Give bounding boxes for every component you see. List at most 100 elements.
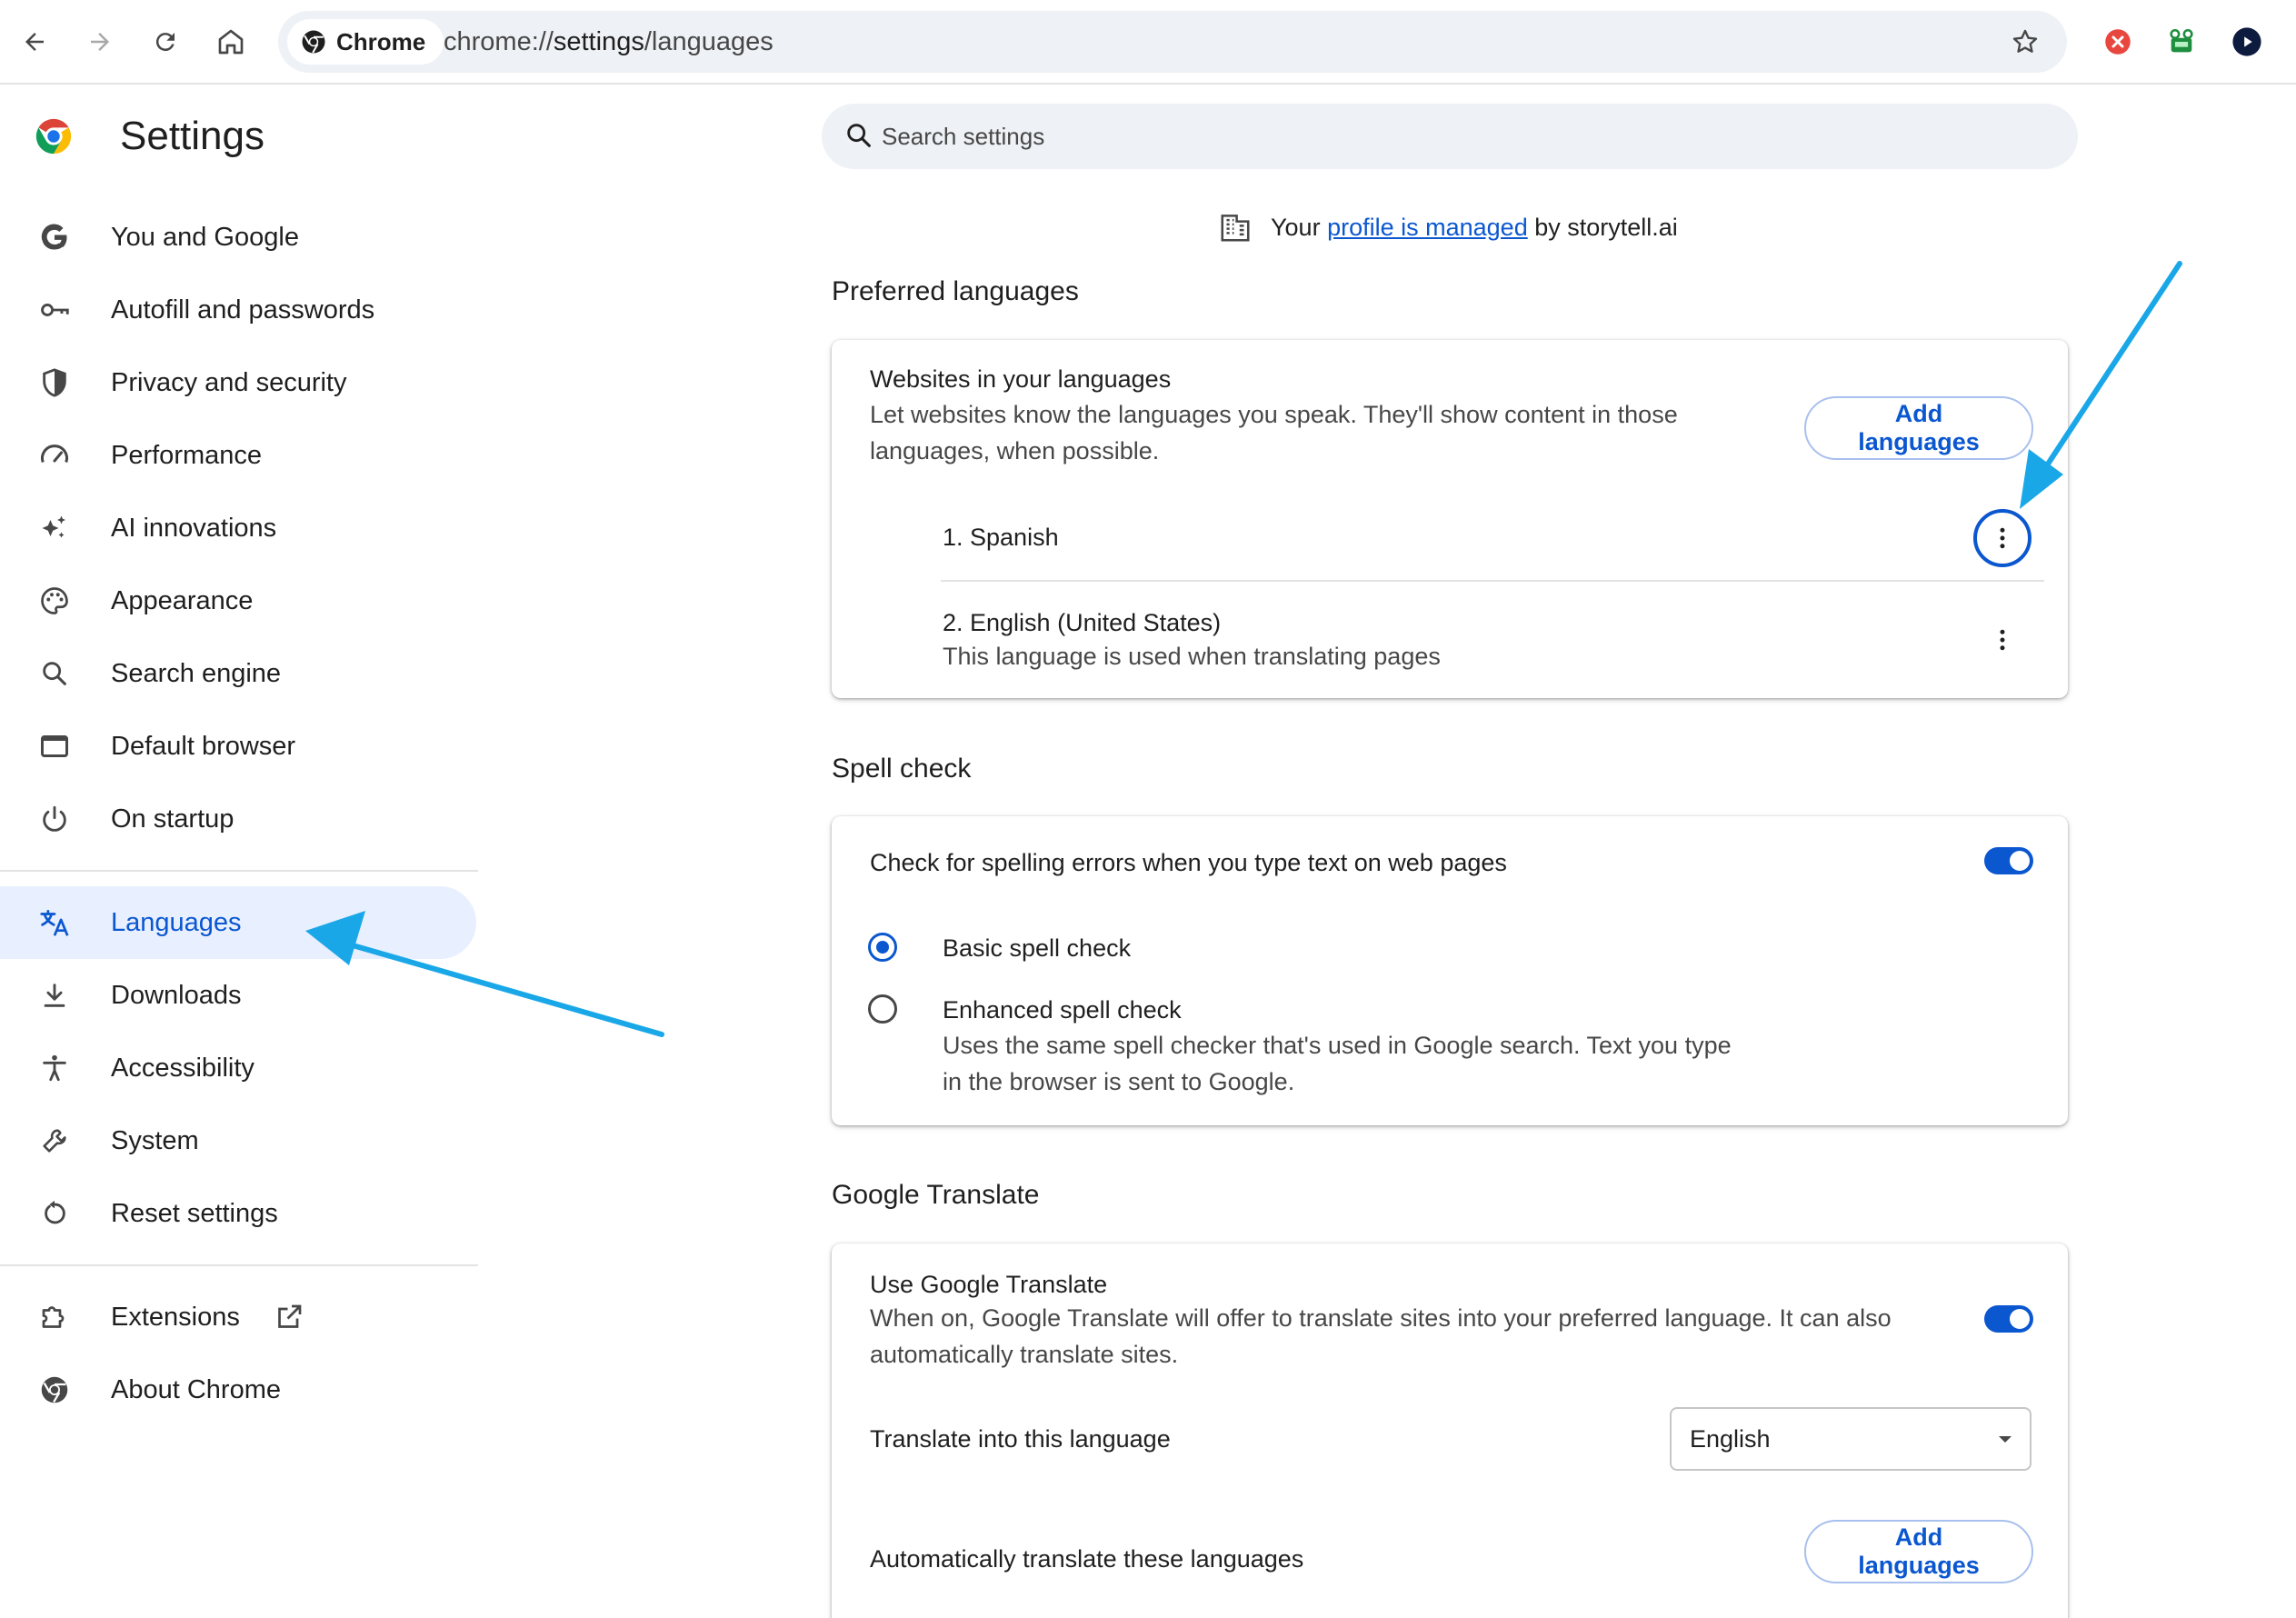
preferred-languages-title: Preferred languages — [832, 276, 1079, 306]
sidebar-item-default-browser[interactable]: Default browser — [0, 710, 476, 783]
sidebar-item-ai-innovations[interactable]: AI innovations — [0, 492, 476, 564]
sidebar-item-downloads[interactable]: Downloads — [0, 959, 476, 1032]
sidebar-divider — [0, 1264, 478, 1266]
language-english-menu-button[interactable] — [1973, 611, 2031, 669]
sidebar-item-accessibility[interactable]: Accessibility — [0, 1032, 476, 1104]
desc-line: When on, Google Translate will offer to … — [870, 1304, 1892, 1332]
sparkle-icon — [36, 510, 73, 546]
sidebar-item-reset-settings[interactable]: Reset settings — [0, 1177, 476, 1250]
sidebar-item-system[interactable]: System — [0, 1104, 476, 1177]
back-button[interactable] — [13, 20, 56, 64]
speedometer-icon — [36, 437, 73, 474]
sidebar-item-appearance[interactable]: Appearance — [0, 564, 476, 637]
puzzle-icon — [36, 1299, 73, 1335]
basic-spell-check-radio[interactable] — [868, 933, 897, 962]
home-button[interactable] — [209, 20, 253, 64]
websites-languages-heading: Websites in your languages — [870, 365, 1172, 393]
sidebar-item-label: On startup — [111, 804, 235, 834]
search-input[interactable] — [882, 116, 2045, 156]
sidebar-item-you-and-google[interactable]: You and Google — [0, 201, 476, 274]
url-path: /languages — [644, 27, 774, 56]
avatar-icon — [2232, 27, 2261, 56]
auto-translate-label: Automatically translate these languages — [870, 1545, 1304, 1573]
url-text[interactable]: chrome://settings/languages — [444, 11, 774, 73]
browser-toolbar: Chrome chrome://settings/languages — [0, 0, 2296, 85]
translate-into-label: Translate into this language — [870, 1425, 1171, 1453]
select-value: English — [1690, 1425, 1771, 1453]
extension-red-button[interactable] — [2100, 24, 2136, 60]
google-translate-card: Use Google Translate When on, Google Tra… — [832, 1243, 2068, 1618]
external-link-icon — [278, 1304, 302, 1328]
power-icon — [36, 801, 73, 837]
managed-profile-notice: Your profile is managed by storytell.ai — [1218, 209, 1678, 245]
chrome-icon — [36, 1372, 73, 1408]
bookmark-button[interactable] — [2003, 20, 2047, 64]
star-icon — [2012, 29, 2038, 53]
search-icon — [36, 655, 73, 692]
sidebar-item-label: Autofill and passwords — [111, 295, 375, 325]
enhanced-spell-check-radio[interactable] — [868, 994, 897, 1024]
sidebar-item-label: Extensions — [111, 1302, 240, 1332]
sidebar-item-search-engine[interactable]: Search engine — [0, 637, 476, 710]
sidebar-item-label: Languages — [111, 907, 242, 937]
sidebar-item-on-startup[interactable]: On startup — [0, 783, 476, 855]
forward-arrow-icon — [91, 33, 109, 51]
google-translate-toggle[interactable] — [1984, 1305, 2033, 1333]
close-circle-icon — [2105, 29, 2131, 55]
add-languages-button[interactable]: Add languages — [1804, 396, 2033, 460]
google-translate-title: Google Translate — [832, 1180, 1040, 1210]
more-vert-icon — [2000, 629, 2005, 651]
sidebar-item-about-chrome[interactable]: About Chrome — [0, 1353, 476, 1426]
address-bar[interactable]: Chrome chrome://settings/languages — [278, 11, 2067, 73]
site-info-chip[interactable]: Chrome — [287, 19, 444, 65]
download-icon — [36, 977, 73, 1014]
sidebar-divider — [0, 870, 478, 872]
sidebar-item-label: You and Google — [111, 222, 299, 252]
sidebar-item-label: System — [111, 1125, 199, 1155]
profile-avatar-button[interactable] — [2229, 24, 2265, 60]
sidebar-item-performance[interactable]: Performance — [0, 419, 476, 492]
websites-languages-desc: Let websites know the languages you spea… — [870, 396, 1678, 469]
basic-spell-check-label: Basic spell check — [943, 934, 1132, 962]
profile-managed-link[interactable]: profile is managed — [1327, 214, 1528, 241]
managed-suffix: by storytell.ai — [1534, 213, 1678, 241]
use-google-translate-label: Use Google Translate — [870, 1271, 1108, 1298]
preferred-languages-card: Websites in your languages Let websites … — [832, 340, 2068, 698]
browser-window-icon — [36, 728, 73, 764]
reload-icon — [155, 33, 175, 52]
url-host: settings — [553, 27, 644, 56]
settings-sidebar: Settings You and Google Autofill and pas… — [0, 86, 491, 1618]
enhanced-spell-check-label: Enhanced spell check — [943, 996, 1182, 1024]
sidebar-item-label: About Chrome — [111, 1374, 281, 1404]
sidebar-item-extensions[interactable]: Extensions — [0, 1281, 476, 1353]
google-g-icon — [36, 219, 73, 255]
language-item-label: 1. Spanish — [943, 524, 1059, 551]
sidebar-item-label: Reset settings — [111, 1198, 278, 1228]
enhanced-spell-check-desc: Uses the same spell checker that's used … — [943, 1027, 1732, 1100]
reset-icon — [36, 1195, 73, 1232]
sidebar-item-privacy[interactable]: Privacy and security — [0, 346, 476, 419]
sidebar-item-label: Accessibility — [111, 1053, 255, 1083]
search-icon — [847, 124, 871, 147]
sidebar-item-label: Search engine — [111, 658, 282, 688]
building-icon — [1221, 215, 1250, 242]
auto-translate-add-languages-button[interactable]: Add languages — [1804, 1520, 2033, 1583]
toggle-knob — [2010, 1309, 2030, 1329]
chrome-icon — [302, 30, 325, 54]
sidebar-item-autofill[interactable]: Autofill and passwords — [0, 274, 476, 346]
translate-language-select[interactable]: English — [1670, 1407, 2031, 1471]
spell-check-toggle[interactable] — [1984, 847, 2033, 874]
forward-button[interactable] — [78, 20, 122, 64]
sidebar-item-languages[interactable]: Languages — [0, 886, 476, 959]
language-spanish-menu-button[interactable] — [1973, 509, 2031, 567]
extension-green-button[interactable] — [2163, 24, 2200, 60]
caret-down-icon — [1999, 1436, 2011, 1443]
home-icon — [218, 29, 244, 55]
desc-line: Let websites know the languages you spea… — [870, 401, 1678, 428]
reload-button[interactable] — [144, 20, 187, 64]
url-scheme: chrome:// — [444, 27, 554, 56]
search-settings-bar[interactable] — [822, 104, 2078, 169]
settings-brand: Settings — [33, 114, 265, 159]
accessibility-icon — [36, 1050, 73, 1086]
translate-icon — [36, 904, 73, 941]
